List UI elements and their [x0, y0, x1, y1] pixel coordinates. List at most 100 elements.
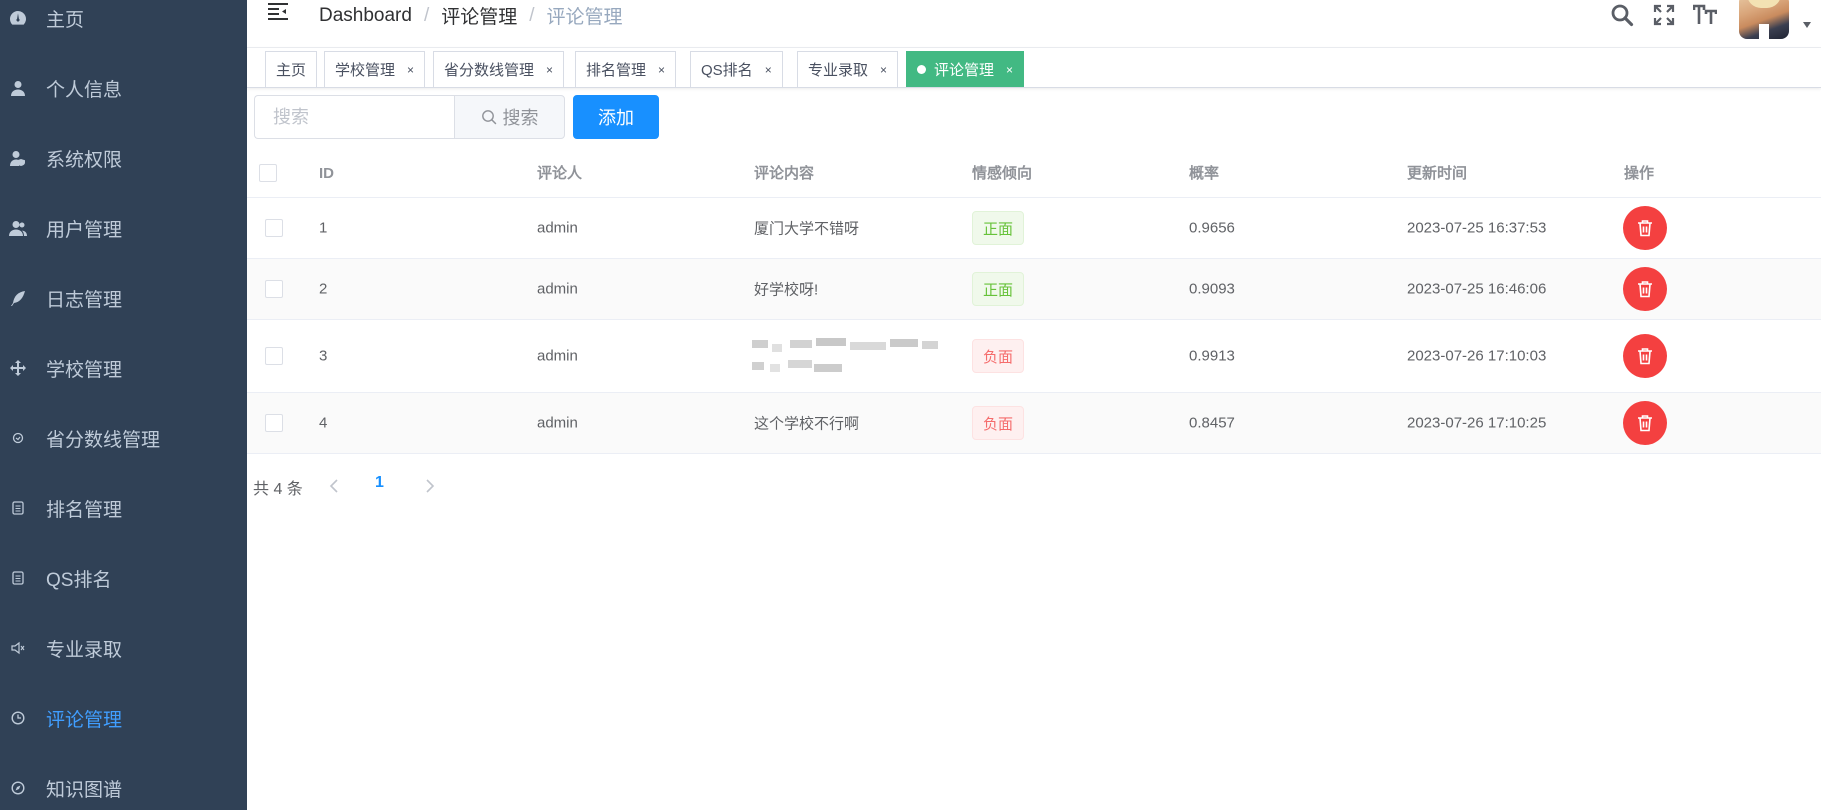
user-shield-icon — [7, 147, 29, 169]
add-button[interactable]: 添加 — [573, 95, 659, 139]
cell-content: 好学校呀! — [754, 281, 819, 299]
sidebar-item-label: 知识图谱 — [46, 779, 123, 801]
breadcrumb-item-dashboard[interactable]: Dashboard — [319, 5, 412, 27]
sidebar-item-schools[interactable]: 学校管理 — [0, 333, 247, 403]
tag-rankings[interactable]: 排名管理 × — [575, 51, 677, 87]
column-header-sentiment[interactable]: 情感倾向 — [972, 150, 1032, 198]
column-header-actions: 操作 — [1624, 165, 1655, 182]
sidebar-item-admissions[interactable]: 专业录取 — [0, 613, 247, 683]
comments-table: ID 评论人 评论内容 情感倾向 概率 更新时间 操作 1 admin 厦门大学… — [247, 150, 1821, 454]
sidebar-item-logs[interactable]: 日志管理 — [0, 263, 247, 333]
tag-label: 省分数线管理 — [444, 62, 535, 79]
cell-user: admin — [537, 414, 578, 432]
sidebar-item-rankings[interactable]: 排名管理 — [0, 473, 247, 543]
row-checkbox[interactable] — [265, 414, 283, 432]
delete-button[interactable] — [1623, 334, 1667, 378]
sidebar-item-label: 评论管理 — [46, 709, 123, 731]
column-header-updated[interactable]: 更新时间 — [1407, 150, 1467, 198]
dashboard-icon — [7, 7, 29, 29]
close-icon[interactable]: × — [407, 63, 414, 77]
close-icon[interactable]: × — [880, 63, 887, 77]
sidebar-item-permissions[interactable]: 系统权限 — [0, 123, 247, 193]
row-checkbox[interactable] — [265, 280, 283, 298]
column-header-id[interactable]: ID — [319, 150, 334, 198]
fullscreen-icon[interactable] — [1649, 0, 1679, 30]
table-row[interactable]: 3 admin 负面 0.9913 2023-07-26 17:10:03 — [247, 320, 1821, 393]
close-icon[interactable]: × — [546, 63, 553, 77]
move-arrows-icon — [7, 357, 29, 379]
sidebar-item-score-lines[interactable]: 省分数线管理 — [0, 403, 247, 473]
cell-updated: 2023-07-26 17:10:03 — [1407, 347, 1547, 365]
caret-down-icon[interactable] — [1803, 22, 1811, 28]
sidebar-item-qs-rankings[interactable]: QS排名 — [0, 543, 247, 613]
select-all-checkbox[interactable] — [259, 164, 277, 182]
table-row[interactable]: 1 admin 厦门大学不错呀 正面 0.9656 2023-07-25 16:… — [247, 198, 1821, 259]
cell-id: 3 — [319, 347, 328, 365]
cell-user: admin — [537, 347, 578, 365]
cell-probability: 0.9913 — [1189, 347, 1235, 365]
search-icon[interactable] — [1607, 0, 1637, 30]
sentiment-badge: 负面 — [972, 339, 1025, 373]
sidebar-item-label: 主页 — [46, 9, 85, 31]
cell-updated: 2023-07-25 16:46:06 — [1407, 280, 1547, 298]
close-icon[interactable]: × — [658, 63, 665, 77]
row-checkbox[interactable] — [265, 219, 283, 237]
column-header-probability[interactable]: 概率 — [1189, 150, 1219, 198]
search-input[interactable] — [254, 95, 454, 139]
avatar[interactable] — [1739, 0, 1789, 39]
tag-comments[interactable]: 评论管理 × — [906, 51, 1025, 87]
tag-home[interactable]: 主页 — [265, 51, 318, 87]
delete-button[interactable] — [1623, 206, 1667, 250]
tag-score-lines[interactable]: 省分数线管理 × — [433, 51, 565, 87]
breadcrumb-separator: / — [529, 4, 535, 26]
sidebar-item-users[interactable]: 用户管理 — [0, 193, 247, 263]
sidebar-item-home[interactable]: 主页 — [0, 0, 247, 53]
sidebar-item-label: 学校管理 — [46, 359, 123, 381]
delete-button[interactable] — [1623, 267, 1667, 311]
hamburger-menu-icon[interactable] — [267, 2, 293, 26]
delete-button[interactable] — [1623, 401, 1667, 445]
sidebar-item-knowledge-graph[interactable]: 知识图谱 — [0, 753, 247, 810]
document-icon — [7, 497, 29, 519]
close-icon[interactable]: × — [765, 63, 772, 77]
close-icon[interactable]: × — [1006, 63, 1013, 77]
row-checkbox[interactable] — [265, 347, 283, 365]
prev-page-icon[interactable] — [324, 476, 344, 496]
tag-label: 主页 — [276, 62, 307, 79]
page-number-current[interactable]: 1 — [375, 474, 384, 492]
search-icon — [481, 110, 496, 125]
pagination-total: 共 4 条 — [253, 481, 303, 498]
feather-icon — [7, 287, 29, 309]
breadcrumb-item-comments[interactable]: 评论管理 — [441, 2, 517, 29]
table-row[interactable]: 4 admin 这个学校不行啊 负面 0.8457 2023-07-26 17:… — [247, 393, 1821, 454]
trash-icon — [1638, 220, 1652, 237]
sentiment-badge: 负面 — [972, 406, 1025, 440]
cell-user: admin — [537, 219, 578, 237]
component-icon — [7, 427, 29, 449]
font-size-icon[interactable] — [1690, 0, 1720, 30]
search-button-label: 搜索 — [502, 108, 539, 128]
sidebar-item-comments[interactable]: 评论管理 — [0, 683, 247, 753]
next-page-icon[interactable] — [420, 476, 440, 496]
tag-schools[interactable]: 学校管理 × — [324, 51, 426, 87]
cell-updated: 2023-07-26 17:10:25 — [1407, 414, 1547, 432]
table-row[interactable]: 2 admin 好学校呀! 正面 0.9093 2023-07-25 16:46… — [247, 259, 1821, 320]
column-header-user[interactable]: 评论人 — [537, 150, 582, 198]
sidebar-item-profile[interactable]: 个人信息 — [0, 53, 247, 123]
tags-view: 主页 学校管理 × 省分数线管理 × 排名管理 × QS排名 × 专业录取 × … — [247, 48, 1821, 88]
cell-probability: 0.8457 — [1189, 414, 1235, 432]
breadcrumb: Dashboard / 评论管理 / 评论管理 — [319, 2, 623, 29]
cell-content: 厦门大学不错呀 — [754, 220, 860, 238]
column-header-content[interactable]: 评论内容 — [754, 150, 814, 198]
cell-updated: 2023-07-25 16:37:53 — [1407, 219, 1547, 237]
sidebar-item-label: 个人信息 — [46, 79, 123, 101]
sidebar: 主页 个人信息 系统权限 用户管理 日志管理 学校管理 省分数线管理 排名管理 … — [0, 0, 247, 810]
search-button[interactable]: 搜索 — [454, 95, 565, 139]
trash-icon — [1638, 281, 1652, 298]
compass-icon — [7, 777, 29, 799]
tag-admissions[interactable]: 专业录取 × — [797, 51, 899, 87]
tag-qs-rankings[interactable]: QS排名 × — [690, 51, 783, 87]
clock-icon — [7, 707, 29, 729]
cell-id: 4 — [319, 414, 328, 432]
user-icon — [7, 77, 29, 99]
